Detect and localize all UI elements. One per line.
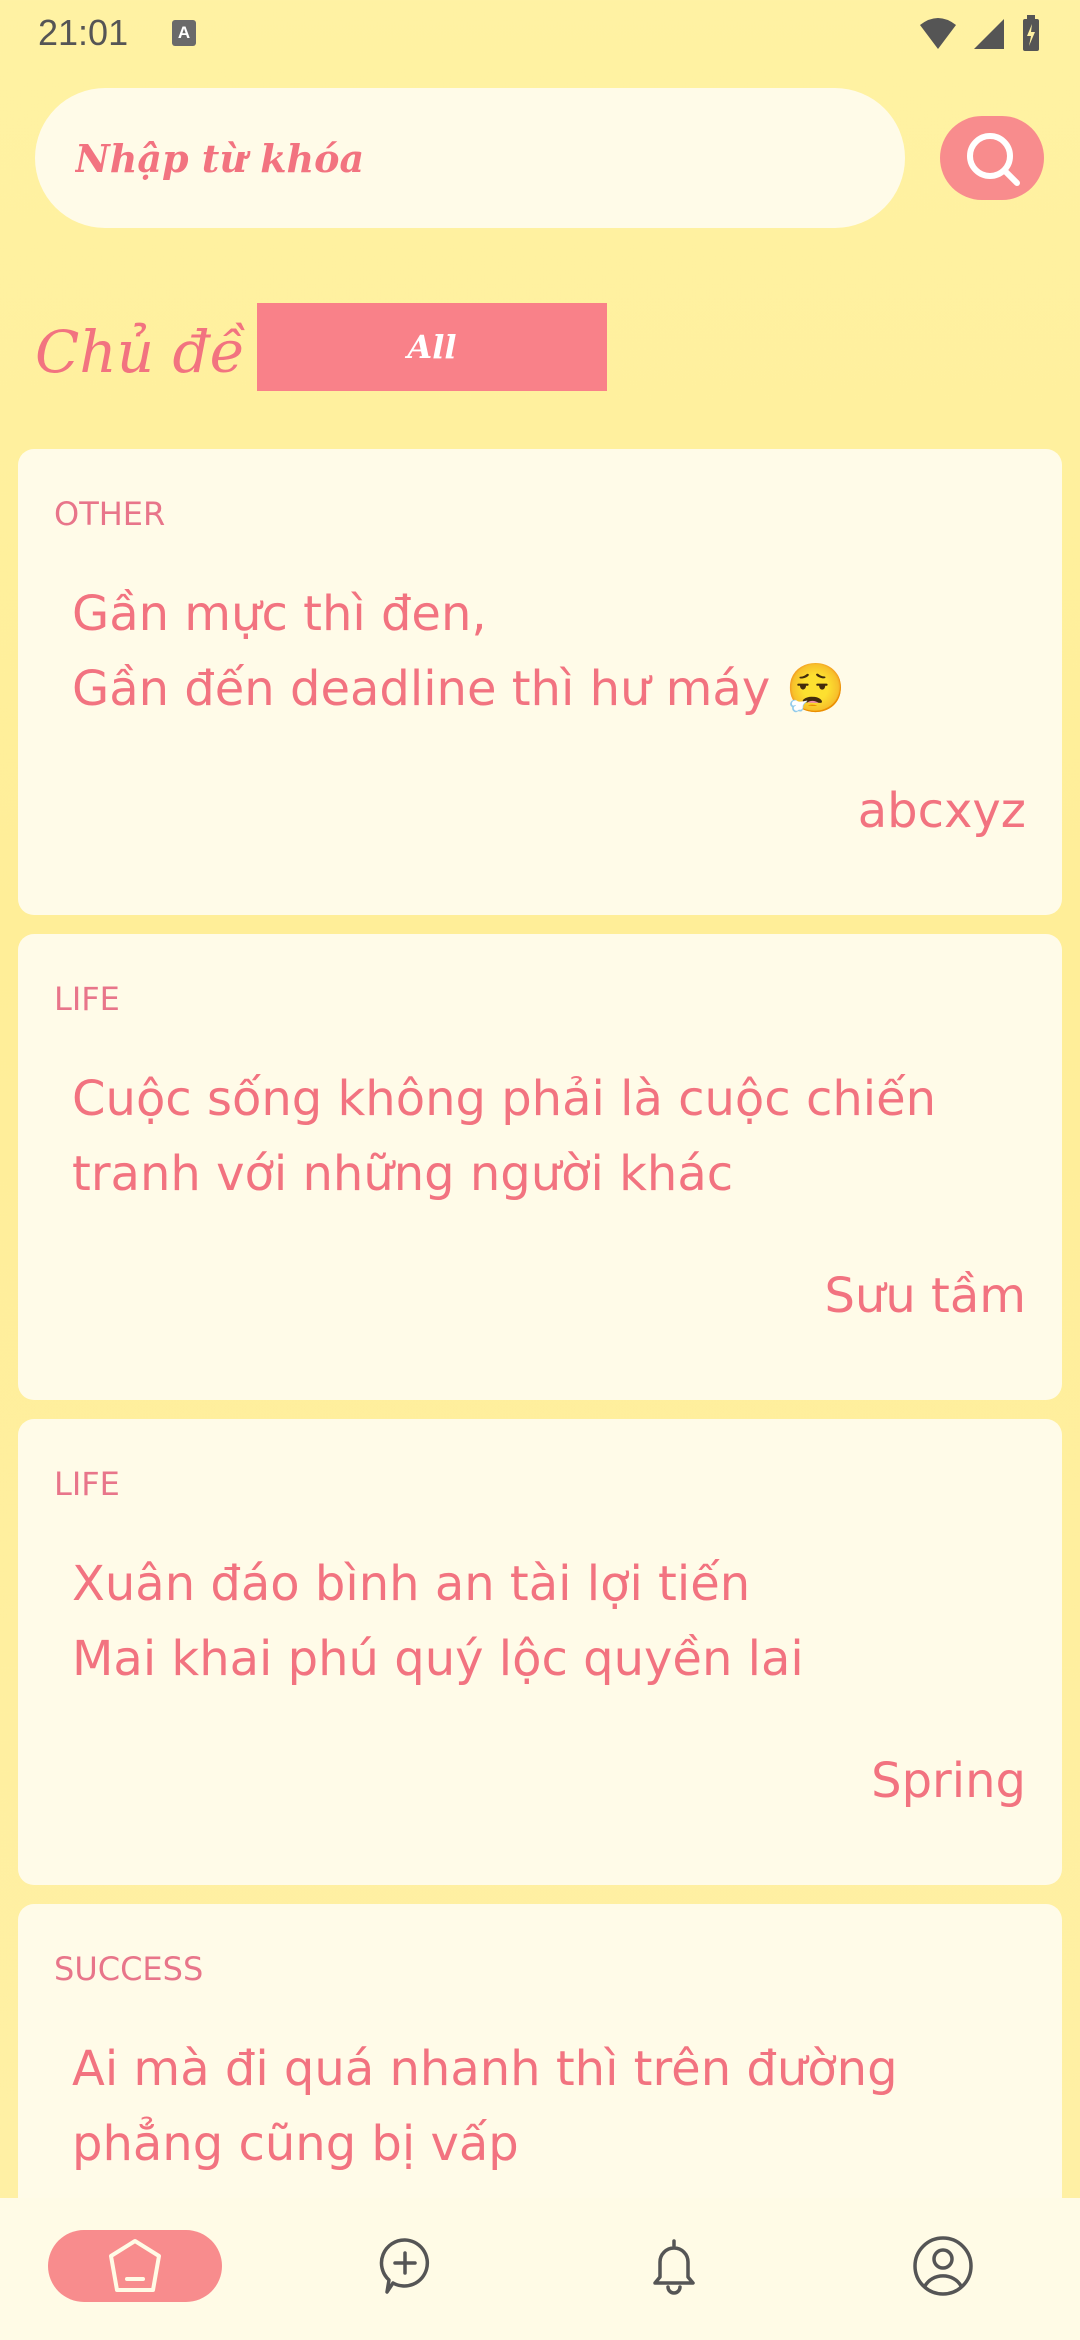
quote-card[interactable]: OTHER Gần mực thì đen, Gần đến deadline … xyxy=(18,449,1062,915)
nav-profile[interactable] xyxy=(911,2234,975,2298)
card-category: LIFE xyxy=(54,1465,120,1503)
search-bar xyxy=(35,88,905,228)
quote-card[interactable]: LIFE Xuân đáo bình an tài lợi tiến Mai k… xyxy=(18,1419,1062,1885)
card-quote: Cuộc sống không phải là cuộc chiến tranh… xyxy=(72,1071,937,1202)
card-author: Sưu tầm xyxy=(824,1268,1026,1324)
card-quote: Xuân đáo bình an tài lợi tiến Mai khai p… xyxy=(72,1556,804,1687)
search-input[interactable] xyxy=(75,88,855,228)
nav-add-post[interactable] xyxy=(373,2234,437,2298)
topic-label: Chủ đề xyxy=(35,318,246,386)
nav-home[interactable] xyxy=(48,2230,222,2302)
bell-icon xyxy=(653,2239,695,2295)
bottom-nav xyxy=(0,2198,1080,2340)
card-category: OTHER xyxy=(54,495,166,533)
home-icon xyxy=(109,2239,161,2292)
card-quote: Ai mà đi quá nhanh thì trên đường phẳng … xyxy=(72,2041,898,2172)
status-time: 21:01 xyxy=(38,12,129,53)
nav-notifications[interactable] xyxy=(642,2234,706,2298)
add-post-icon xyxy=(379,2238,430,2294)
signal-icon xyxy=(974,19,1004,49)
card-quote: Gần mực thì đen, Gần đến deadline thì hư… xyxy=(72,586,846,717)
topic-selector[interactable]: All xyxy=(257,303,607,391)
card-category: SUCCESS xyxy=(54,1950,204,1988)
search-icon xyxy=(967,133,1020,186)
notification-badge-icon: A xyxy=(172,20,196,46)
status-icons xyxy=(918,14,1042,54)
profile-icon xyxy=(913,2236,973,2296)
wifi-icon xyxy=(920,18,956,49)
battery-icon xyxy=(1023,15,1039,51)
quote-card[interactable]: LIFE Cuộc sống không phải là cuộc chiến … xyxy=(18,934,1062,1400)
status-bar: 21:01 A xyxy=(0,0,1080,66)
card-author: Spring xyxy=(871,1753,1026,1809)
card-author: abcxyz xyxy=(857,783,1026,839)
search-button[interactable] xyxy=(940,116,1044,200)
card-category: LIFE xyxy=(54,980,120,1018)
